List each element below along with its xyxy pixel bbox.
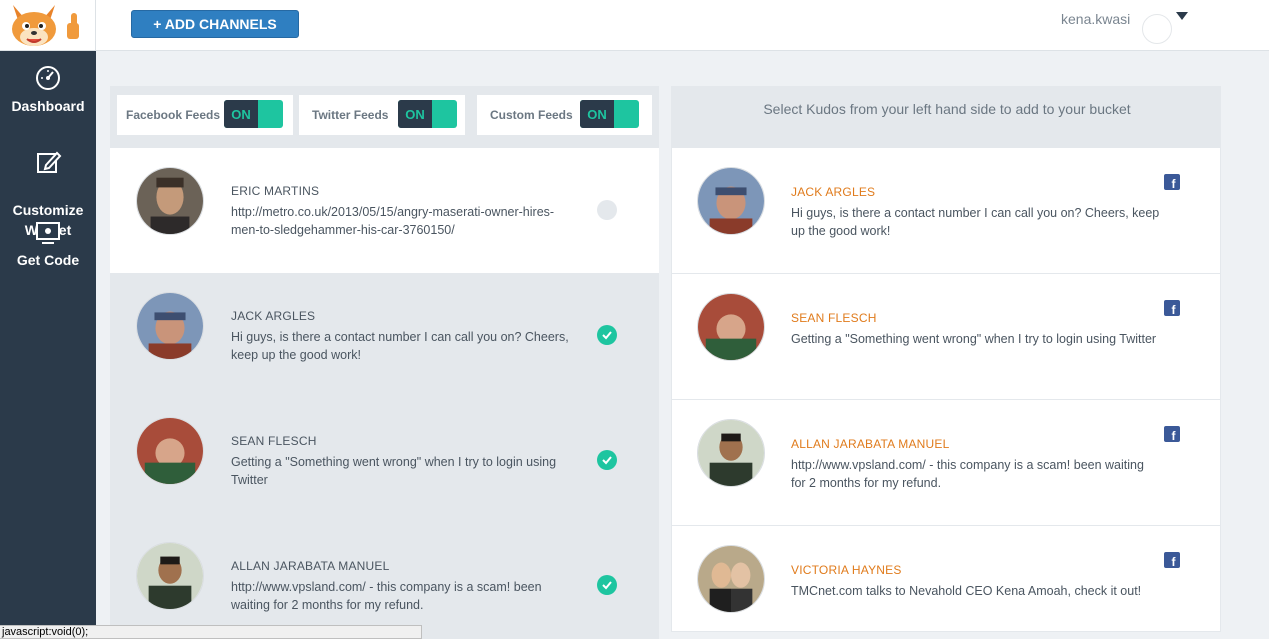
bucket-author-name: SEAN FLESCH <box>791 311 877 325</box>
bucket-text: TMCnet.com talks to Nevahold CEO Kena Am… <box>791 584 1142 598</box>
bucket-panel: Select Kudos from your left hand side to… <box>671 86 1221 632</box>
feed-text: http://metro.co.uk/2013/05/15/angry-mase… <box>231 205 555 237</box>
bucket-text: Hi guys, is there a contact number I can… <box>791 206 1160 238</box>
sidebar-item-dashboard[interactable]: Dashboard <box>0 64 96 116</box>
avatar <box>136 542 204 610</box>
avatar <box>136 167 204 235</box>
avatar <box>697 545 765 613</box>
feed-text: http://www.vpsland.com/ - this company i… <box>231 580 542 612</box>
feed-author-name: ALLAN JARABATA MANUEL <box>231 559 390 573</box>
sidebar-item-get-code[interactable]: Get Code <box>0 218 96 270</box>
bucket-item[interactable]: JACK ARGLES Hi guys, is there a contact … <box>672 148 1220 274</box>
sidebar-item-label: Get Code <box>16 252 80 268</box>
facebook-icon[interactable]: f <box>1164 426 1180 442</box>
bucket-item[interactable]: ALLAN JARABATA MANUEL http://www.vpsland… <box>672 400 1220 526</box>
toggle-state: ON <box>224 100 258 128</box>
custom-feeds-switch[interactable]: ON <box>580 100 639 128</box>
avatar <box>697 293 765 361</box>
bucket-item[interactable]: SEAN FLESCH Getting a "Something went wr… <box>672 274 1220 400</box>
twitter-feeds-switch[interactable]: ON <box>398 100 457 128</box>
browser-status-bar: javascript:void(0); <box>0 625 422 639</box>
facebook-feeds-toggle-group: Facebook Feeds ON <box>117 95 293 135</box>
bucket-text: http://www.vpsland.com/ - this company i… <box>791 458 1144 490</box>
feed-toggle-bar: Facebook Feeds ON Twitter Feeds ON Custo… <box>110 86 659 148</box>
feed-item[interactable]: SEAN FLESCH Getting a "Something went wr… <box>110 398 659 523</box>
toggle-label: Twitter Feeds <box>312 108 389 122</box>
toggle-label: Facebook Feeds <box>126 108 221 122</box>
feed-panel: Facebook Feeds ON Twitter Feeds ON Custo… <box>110 86 659 639</box>
feed-text: Hi guys, is there a contact number I can… <box>231 330 569 362</box>
facebook-feeds-switch[interactable]: ON <box>224 100 283 128</box>
toggle-state: ON <box>580 100 614 128</box>
facebook-icon[interactable]: f <box>1164 174 1180 190</box>
avatar <box>136 292 204 360</box>
checkmark-icon[interactable] <box>597 575 617 595</box>
add-channels-button[interactable]: + ADD CHANNELS <box>131 10 299 38</box>
checkmark-icon[interactable] <box>597 325 617 345</box>
twitter-feeds-toggle-group: Twitter Feeds ON <box>299 95 465 135</box>
feed-author-name: SEAN FLESCH <box>231 434 317 448</box>
facebook-icon[interactable]: f <box>1164 300 1180 316</box>
avatar <box>697 419 765 487</box>
feed-item[interactable]: ALLAN JARABATA MANUEL http://www.vpsland… <box>110 523 659 639</box>
logo[interactable] <box>0 0 96 51</box>
select-toggle[interactable] <box>597 200 617 220</box>
sidebar-item-label: Dashboard <box>11 98 85 114</box>
facebook-icon[interactable]: f <box>1164 552 1180 568</box>
checkmark-icon[interactable] <box>597 450 617 470</box>
feed-item[interactable]: ERIC MARTINS http://metro.co.uk/2013/05/… <box>110 148 659 273</box>
feed-author-name: ERIC MARTINS <box>231 184 320 198</box>
feed-author-name: JACK ARGLES <box>231 309 316 323</box>
avatar <box>697 167 765 235</box>
top-bar: + ADD CHANNELS kena.kwasi <box>96 0 1269 51</box>
feed-text: Getting a "Something went wrong" when I … <box>231 455 557 487</box>
bucket-header: Select Kudos from your left hand side to… <box>672 87 1220 148</box>
feed-item[interactable]: JACK ARGLES Hi guys, is there a contact … <box>110 273 659 398</box>
username[interactable]: kena.kwasi <box>1061 11 1130 27</box>
code-screen-icon <box>36 222 60 244</box>
sidebar: Dashboard Customize Widget Get Code <box>0 0 96 639</box>
custom-feeds-toggle-group: Custom Feeds ON <box>477 95 652 135</box>
user-avatar[interactable] <box>1142 14 1172 44</box>
bucket-author-name: JACK ARGLES <box>791 185 876 199</box>
bucket-author-name: ALLAN JARABATA MANUEL <box>791 437 950 451</box>
avatar <box>136 417 204 485</box>
bucket-text: Getting a "Something went wrong" when I … <box>791 332 1157 346</box>
bucket-item[interactable]: VICTORIA HAYNES TMCnet.com talks to Neva… <box>672 526 1220 631</box>
speedometer-icon <box>36 66 60 90</box>
bucket-author-name: VICTORIA HAYNES <box>791 563 902 577</box>
caret-down-icon[interactable] <box>1176 12 1188 20</box>
toggle-label: Custom Feeds <box>490 108 573 122</box>
fox-mascot-logo <box>11 5 79 46</box>
toggle-state: ON <box>398 100 432 128</box>
edit-icon <box>37 151 62 173</box>
